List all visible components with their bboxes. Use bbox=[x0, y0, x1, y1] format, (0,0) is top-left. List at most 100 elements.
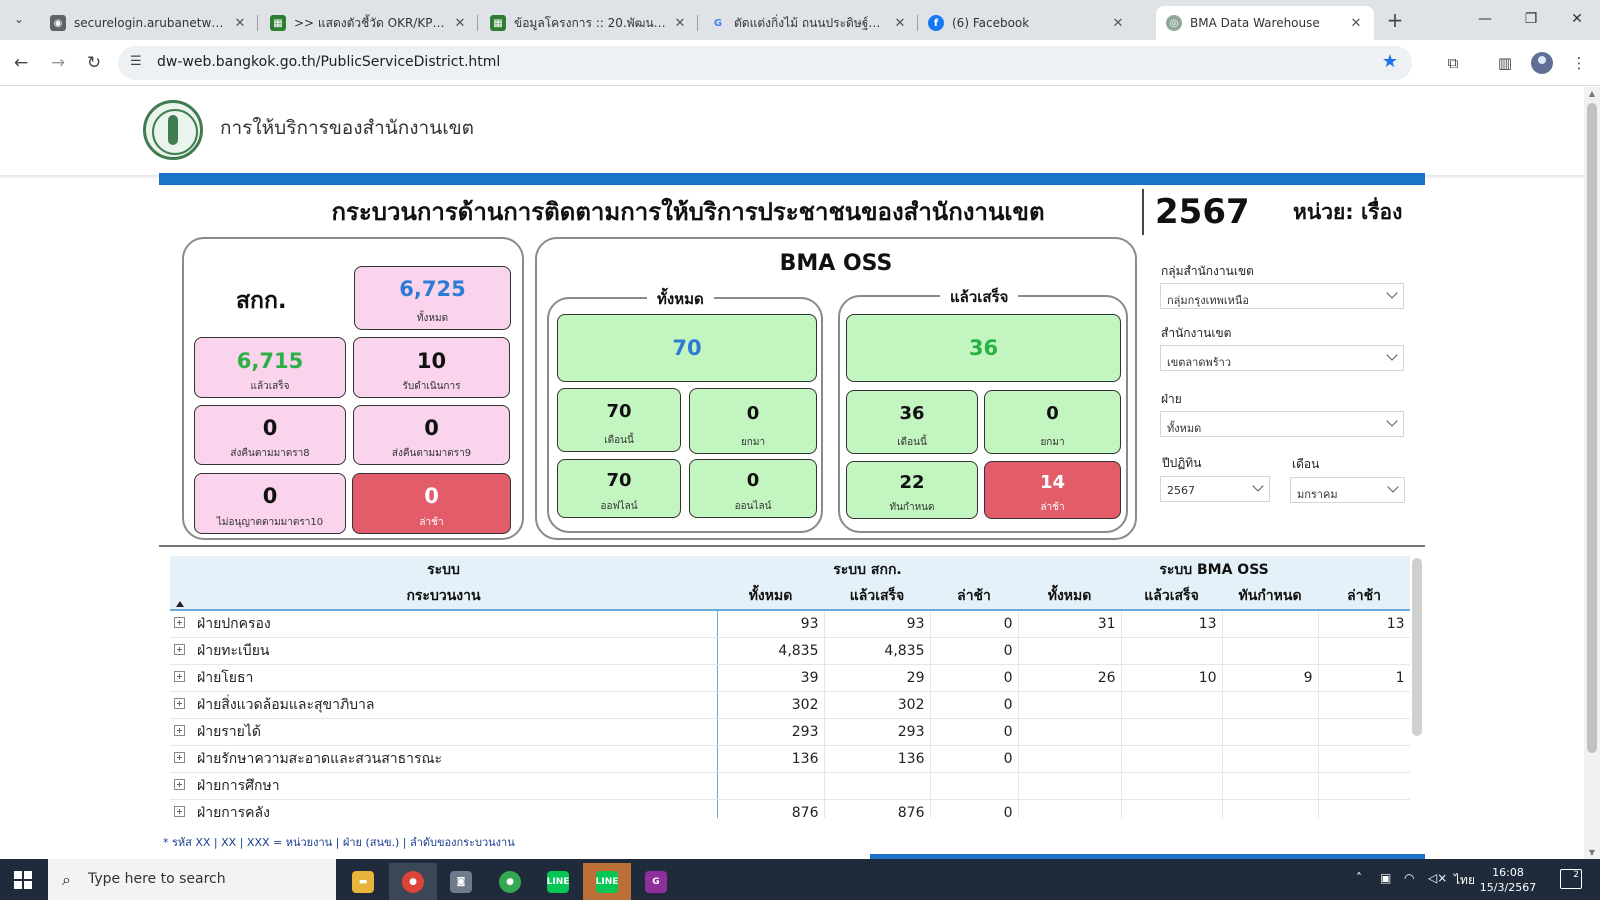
expand-plus-icon[interactable] bbox=[174, 752, 185, 763]
line-app[interactable]: LINE bbox=[534, 863, 582, 900]
tab-google-search[interactable]: G ตัดแต่งกิ่งไม้ ถนนประดิษฐ์มนูธรรม ✕ bbox=[700, 6, 918, 40]
division-select[interactable]: ทั้งหมด bbox=[1160, 411, 1404, 437]
oss-all-this-month-card[interactable]: 70 เดือนนี้ bbox=[557, 388, 681, 452]
oss-online-card[interactable]: 0 ออนไลน์ bbox=[689, 459, 817, 518]
notification-icon[interactable]: 2 bbox=[1560, 869, 1582, 889]
meet-now-icon[interactable]: ▣ bbox=[1380, 871, 1391, 885]
cell-skk-late: 0 bbox=[930, 718, 1019, 746]
skk-total-card[interactable]: 6,725 ทั้งหมด bbox=[354, 266, 511, 330]
table-row[interactable]: ฝ่ายทะเบียน 4,835 4,835 0 bbox=[170, 637, 1410, 665]
tab-aruba[interactable]: ◉ securelogin.arubanetworks.com ✕ bbox=[40, 6, 258, 40]
address-bar[interactable]: ☰ dw-web.bangkok.go.th/PublicServiceDist… bbox=[118, 46, 1412, 80]
oss-ontime-card[interactable]: 22 ทันกำหนด bbox=[846, 461, 978, 519]
tab-facebook[interactable]: f (6) Facebook ✕ bbox=[918, 6, 1136, 40]
expand-plus-icon[interactable] bbox=[174, 617, 185, 629]
url-text[interactable]: dw-web.bangkok.go.th/PublicServiceDistri… bbox=[157, 54, 500, 70]
header-process[interactable]: กระบวนงาน bbox=[170, 583, 717, 611]
header-skk-total[interactable]: ทั้งหมด bbox=[717, 583, 824, 611]
oss-all-carried-card[interactable]: 0 ยกมา bbox=[689, 388, 817, 454]
volume-icon[interactable]: ◁× bbox=[1428, 871, 1447, 885]
minimize-icon[interactable]: — bbox=[1470, 8, 1500, 30]
restore-icon[interactable]: ❐ bbox=[1516, 8, 1546, 30]
chrome-app[interactable]: ● bbox=[486, 863, 534, 900]
new-tab-icon[interactable]: + bbox=[1385, 10, 1405, 30]
skk-return9-card[interactable]: 0 ส่งคืนตามมาตรา9 bbox=[353, 405, 510, 465]
header-oss-ontime[interactable]: ทันกำหนด bbox=[1222, 583, 1319, 611]
header-skk-late[interactable]: ล่าช้า bbox=[930, 583, 1019, 611]
tab-close-icon[interactable]: ✕ bbox=[452, 16, 468, 31]
tab-close-icon[interactable]: ✕ bbox=[1110, 16, 1126, 31]
tab-close-icon[interactable]: ✕ bbox=[1348, 16, 1364, 31]
tab-close-icon[interactable]: ✕ bbox=[892, 16, 908, 31]
oss-completed-total-card[interactable]: 36 bbox=[846, 314, 1121, 382]
expand-plus-icon[interactable] bbox=[174, 698, 185, 709]
table-row[interactable]: ฝ่ายปกครอง 93 93 0 31 13 13 bbox=[170, 610, 1410, 638]
table-row[interactable]: ฝ่ายสิ่งแวดล้อมและสุขาภิบาล 302 302 0 bbox=[170, 691, 1410, 719]
tray-overflow-icon[interactable]: ˄ bbox=[1356, 871, 1362, 885]
month-select[interactable]: มกราคม bbox=[1290, 477, 1405, 503]
skk-return8-card[interactable]: 0 ส่งคืนตามมาตรา8 bbox=[194, 405, 346, 465]
header-oss-total[interactable]: ทั้งหมด bbox=[1018, 583, 1122, 611]
tab-project-info[interactable]: ▦ ข้อมูลโครงการ :: 20.พัฒนามาตรฐาน ✕ bbox=[480, 6, 698, 40]
tab-search-icon[interactable]: ⌄ bbox=[8, 8, 30, 30]
tab-close-icon[interactable]: ✕ bbox=[232, 16, 248, 31]
header-skk-done[interactable]: แล้วเสร็จ bbox=[824, 583, 930, 611]
oss-offline-card[interactable]: 70 ออฟไลน์ bbox=[557, 459, 681, 518]
header-oss-done[interactable]: แล้วเสร็จ bbox=[1121, 583, 1223, 611]
taskbar-search-box[interactable]: ⌕ Type here to search bbox=[48, 859, 336, 900]
scroll-down-icon[interactable]: ▼ bbox=[1584, 848, 1600, 857]
table-row[interactable]: ฝ่ายรักษาความสะอาดและสวนสาธารณะ 136 136 0 bbox=[170, 745, 1410, 773]
expand-plus-icon[interactable] bbox=[174, 725, 185, 736]
dashboard-title: กระบวนการด้านการติดตามการให้บริการประชาช… bbox=[331, 198, 1045, 226]
file-explorer-app[interactable]: ▬ bbox=[339, 863, 387, 900]
district-select[interactable]: เขตลาดพร้าว bbox=[1160, 345, 1404, 371]
site-info-icon[interactable]: ☰ bbox=[130, 54, 142, 69]
back-icon[interactable]: ← bbox=[10, 52, 32, 74]
bookmark-star-icon[interactable]: ★ bbox=[1382, 51, 1398, 72]
pdf-app[interactable]: G bbox=[632, 863, 680, 900]
tab-close-icon[interactable]: ✕ bbox=[672, 16, 688, 31]
scroll-thumb[interactable] bbox=[1587, 103, 1597, 753]
chrome-app-active[interactable]: ● bbox=[389, 863, 437, 900]
table-row[interactable]: ฝ่ายรายได้ 293 293 0 bbox=[170, 718, 1410, 746]
side-panel-icon[interactable]: ▥ bbox=[1494, 52, 1516, 74]
table-scrollbar[interactable] bbox=[1412, 558, 1422, 736]
chrome-icon: ● bbox=[499, 870, 521, 893]
expand-plus-icon[interactable] bbox=[174, 779, 185, 790]
scroll-up-icon[interactable]: ▲ bbox=[1584, 89, 1600, 98]
extensions-icon[interactable]: ⧉ bbox=[1442, 52, 1464, 74]
sort-ascending-icon[interactable] bbox=[176, 601, 184, 607]
process-name-cell: ฝ่ายการศึกษา bbox=[170, 772, 718, 800]
expand-plus-icon[interactable] bbox=[174, 644, 185, 655]
line-app-2[interactable]: LINE bbox=[583, 863, 631, 900]
table-row[interactable]: ฝ่ายการคลัง 876 876 0 bbox=[170, 799, 1410, 818]
skk-inprogress-card[interactable]: 10 รับดำเนินการ bbox=[353, 337, 510, 398]
menu-kebab-icon[interactable]: ⋮ bbox=[1568, 52, 1590, 74]
table-row[interactable]: ฝ่ายการศึกษา bbox=[170, 772, 1410, 800]
header-oss-late[interactable]: ล่าช้า bbox=[1318, 583, 1410, 611]
oss-completed-carried-card[interactable]: 0 ยกมา bbox=[984, 390, 1121, 454]
tab-okr-kpi[interactable]: ▦ >> แสดงตัวชี้วัด OKR/KPI :: สำนักงานเข… bbox=[260, 6, 478, 40]
oss-late-card[interactable]: 14 ล่าช้า bbox=[984, 461, 1121, 519]
reload-icon[interactable]: ↻ bbox=[83, 52, 105, 74]
taskbar-clock[interactable]: 16:08 15/3/2567 bbox=[1468, 865, 1548, 895]
camera-app[interactable]: ◙ bbox=[437, 863, 485, 900]
windows-start-icon[interactable] bbox=[14, 871, 32, 889]
header-system: ระบบ bbox=[170, 556, 717, 583]
expand-plus-icon[interactable] bbox=[174, 806, 185, 817]
forward-icon[interactable]: → bbox=[47, 52, 69, 74]
skk-done-card[interactable]: 6,715 แล้วเสร็จ bbox=[194, 337, 346, 398]
year-select[interactable]: 2567 bbox=[1160, 476, 1270, 502]
wifi-icon[interactable]: ◠ bbox=[1404, 871, 1414, 885]
table-row[interactable]: ฝ่ายโยธา 39 29 0 26 10 9 1 bbox=[170, 664, 1410, 692]
oss-completed-this-month-card[interactable]: 36 เดือนนี้ bbox=[846, 390, 978, 454]
tab-bma-data-warehouse[interactable]: ◎ BMA Data Warehouse ✕ bbox=[1156, 6, 1374, 40]
profile-avatar[interactable] bbox=[1531, 52, 1553, 74]
page-scrollbar[interactable]: ▲ ▼ bbox=[1584, 87, 1600, 859]
skk-late-card[interactable]: 0 ล่าช้า bbox=[352, 473, 511, 534]
expand-plus-icon[interactable] bbox=[174, 671, 185, 682]
district-group-select[interactable]: กลุ่มกรุงเทพเหนือ bbox=[1160, 283, 1404, 309]
oss-all-total-card[interactable]: 70 bbox=[557, 314, 817, 382]
skk-notallowed10-card[interactable]: 0 ไม่อนุญาตตามมาตรา10 bbox=[194, 473, 346, 534]
close-window-icon[interactable]: ✕ bbox=[1562, 8, 1592, 30]
